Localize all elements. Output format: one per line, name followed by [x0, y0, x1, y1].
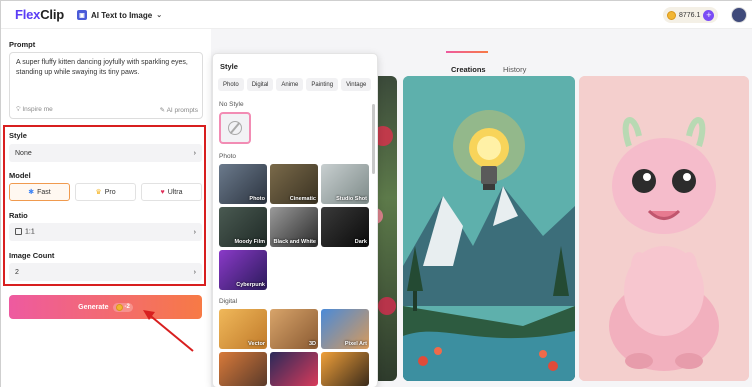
credits-value: 8776.1 — [679, 11, 701, 19]
style-tile-label: Vector — [248, 341, 265, 347]
style-tile-black-and-white[interactable]: Black and White — [270, 207, 318, 247]
style-tile-cinematic[interactable]: Cinematic — [270, 164, 318, 204]
style-tile-label: Photo — [249, 196, 265, 202]
style-tile-label: Cyberpunk — [236, 282, 265, 288]
credits-badge[interactable]: 8776.1 + — [663, 7, 719, 23]
ai-prompts-icon: ✎ — [159, 107, 166, 114]
style-tile-label: Pixel Art — [344, 341, 367, 347]
generate-cost: -2 — [112, 302, 133, 312]
style-tile-label: 3D — [308, 341, 316, 347]
style-tile-extra-1[interactable] — [219, 352, 267, 386]
lightbulb-icon: 💡︎ — [16, 106, 21, 113]
style-tile-label: Cinematic — [289, 196, 316, 202]
prompt-label: Prompt — [9, 40, 36, 49]
coin-icon — [667, 10, 676, 20]
prompt-text[interactable]: A super fluffy kitten dancing joyfully w… — [16, 58, 198, 78]
no-style-option[interactable] — [219, 112, 251, 144]
flexclip-logo[interactable]: FlexClip — [15, 7, 64, 22]
image-tool-icon: ▣ — [77, 10, 87, 20]
chip-digital[interactable]: Digital — [246, 78, 274, 91]
prompt-textarea[interactable]: A super fluffy kitten dancing joyfully w… — [9, 52, 203, 119]
inspire-me-button[interactable]: 💡︎ Inspire me — [16, 106, 53, 114]
pink-dragon-image — [579, 76, 749, 381]
logo-text-accent: Clip — [40, 7, 64, 22]
photo-section-label: Photo — [219, 153, 236, 160]
red-arrow-annotation — [143, 310, 194, 352]
logo-text: Flex — [15, 7, 41, 22]
style-tile-pixel-art[interactable]: Pixel Art — [321, 309, 369, 349]
generate-label: Generate — [78, 303, 109, 311]
digital-section-label: Digital — [219, 298, 238, 305]
highlight-box — [3, 125, 206, 286]
style-tile-cyberpunk[interactable]: Cyberpunk — [219, 250, 267, 290]
tab-creations[interactable]: Creations — [451, 65, 486, 74]
style-tile-dark[interactable]: Dark — [321, 207, 369, 247]
ai-prompts-button[interactable]: ✎ AI prompts — [160, 106, 198, 114]
generated-image-3[interactable] — [579, 76, 749, 381]
style-tile-extra-2[interactable] — [270, 352, 318, 386]
tool-dropdown[interactable]: ▣ AI Text to Image ⌄ — [77, 8, 162, 22]
tool-dropdown-label: AI Text to Image — [91, 10, 153, 20]
chip-photo[interactable]: Photo — [218, 78, 244, 91]
style-tile-moody-film[interactable]: Moody Film — [219, 207, 267, 247]
coin-icon — [115, 303, 123, 311]
chevron-down-icon: ⌄ — [156, 12, 163, 19]
style-popup-scrollbar[interactable] — [372, 104, 375, 174]
style-tile-photo[interactable]: Photo — [219, 164, 267, 204]
app-window: FlexClip ▣ AI Text to Image ⌄ 8776.1 + C… — [0, 0, 752, 387]
chip-vintage[interactable]: Vintage — [341, 78, 372, 91]
generate-cost-value: -2 — [124, 304, 130, 310]
style-tile-3d[interactable]: 3D — [270, 309, 318, 349]
style-tile-label: Black and White — [273, 239, 316, 245]
add-credits-icon[interactable]: + — [703, 9, 715, 21]
style-category-chips: Photo Digital Anime Painting Vintage — [218, 78, 372, 91]
style-tile-label: Moody Film — [234, 239, 265, 245]
generated-image-2[interactable] — [403, 76, 575, 381]
style-tile-extra-3[interactable] — [321, 352, 369, 386]
style-tile-studio-shot[interactable]: Studio Shot — [321, 164, 369, 204]
style-tile-label: Dark — [354, 239, 367, 245]
top-bar: FlexClip ▣ AI Text to Image ⌄ 8776.1 + — [1, 1, 752, 29]
style-tile-label: Studio Shot — [336, 196, 367, 202]
style-popup-title: Style — [220, 62, 238, 71]
inspire-me-label: Inspire me — [22, 106, 53, 113]
lightbulb-landscape-image — [403, 76, 575, 381]
tab-history[interactable]: History — [503, 65, 526, 74]
no-style-icon — [228, 121, 242, 135]
avatar[interactable] — [731, 7, 747, 23]
chip-anime[interactable]: Anime — [276, 78, 304, 91]
no-style-label: No Style — [219, 101, 244, 108]
ai-prompts-label: AI prompts — [166, 107, 198, 114]
style-popup: Style Photo Digital Anime Painting Vinta… — [212, 53, 378, 387]
chip-painting[interactable]: Painting — [306, 78, 339, 91]
active-tab-underline — [446, 51, 488, 53]
style-tile-vector[interactable]: Vector — [219, 309, 267, 349]
